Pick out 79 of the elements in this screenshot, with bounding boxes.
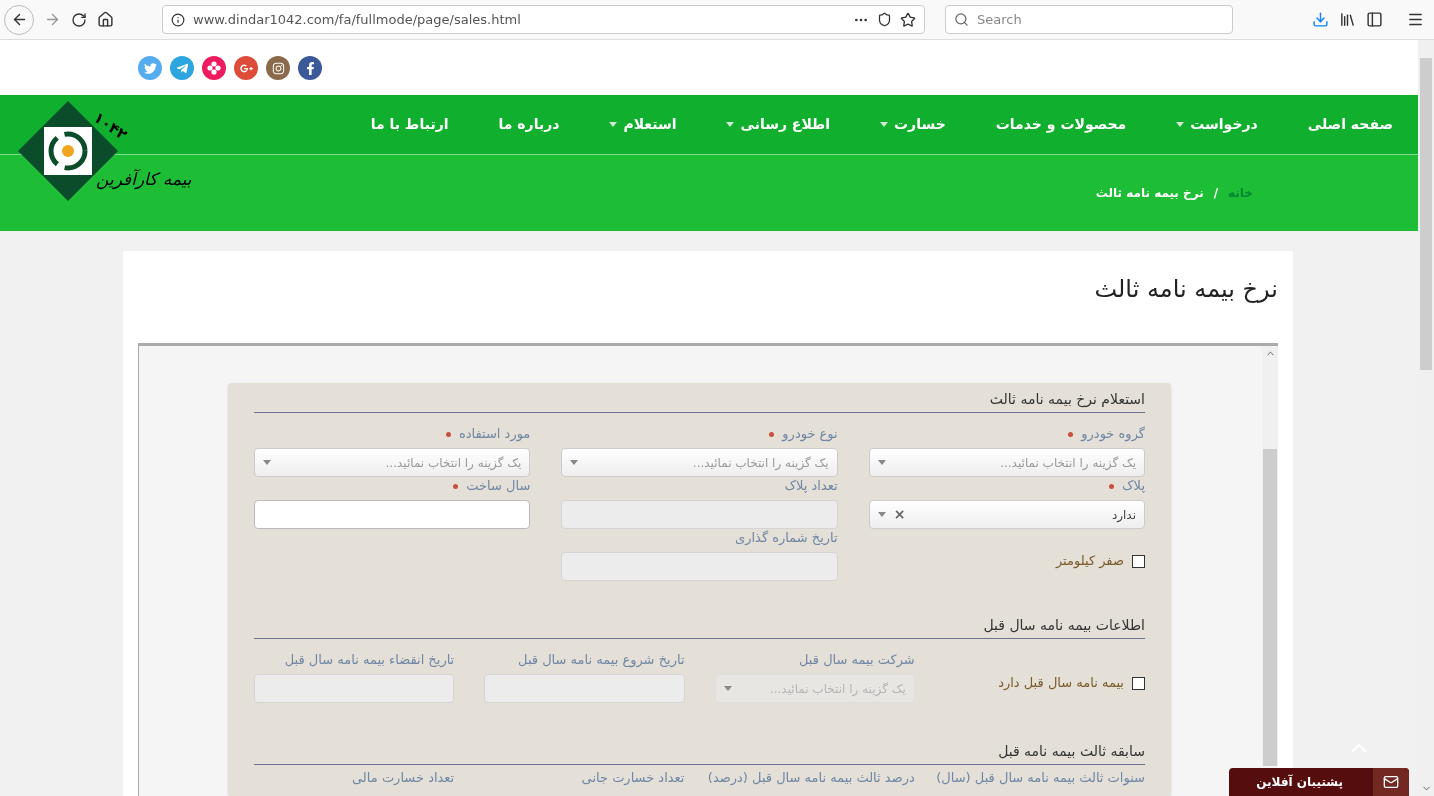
nav-item[interactable]: اطلاع رسانی [726, 114, 831, 135]
search-placeholder: Search [977, 10, 1022, 29]
caret-icon [570, 460, 579, 465]
page-scrollbar[interactable] [1418, 40, 1434, 796]
section-title: استعلام نرخ بیمه نامه ثالث [254, 389, 1145, 413]
select-field[interactable]: یک گزینه را انتخاب نمائید... [868, 448, 1145, 477]
mail-icon [1383, 774, 1399, 790]
nav-item[interactable]: ارتباط با ما [370, 114, 449, 135]
paper-plane-icon[interactable] [170, 56, 194, 80]
checkbox-option[interactable]: بیمه نامه سال قبل دارد [944, 669, 1145, 697]
search-icon [954, 12, 969, 27]
checkbox[interactable] [1132, 554, 1145, 568]
select-placeholder: یک گزینه را انتخاب نمائید... [1000, 454, 1136, 472]
support-label: پشتیبان آفلاین [1256, 773, 1343, 791]
field-label: تعداد خسارت مالی [352, 769, 455, 788]
library-icon[interactable] [1339, 11, 1356, 28]
url-text: www.dindar1042.com/fa/fullmode/page/sales.html [193, 10, 522, 29]
dropdown-caret-icon [880, 122, 889, 127]
nav-item[interactable]: خسارت [880, 114, 946, 135]
frame-scrollbar[interactable] [1262, 346, 1278, 766]
caret-icon [877, 512, 886, 517]
field-label: سال ساخت [466, 477, 531, 496]
select-field[interactable]: یک گزینه را انتخاب نمائید... [254, 448, 531, 477]
checkbox-label: بیمه نامه سال قبل دارد [998, 674, 1124, 693]
support-button[interactable]: پشتیبان آفلاین [1229, 768, 1409, 796]
nav-item[interactable]: استعلام [609, 114, 677, 135]
google-plus-icon[interactable] [234, 56, 258, 80]
reload-button[interactable] [71, 11, 87, 28]
field-label: مورد استفاده [458, 425, 531, 444]
section-title: اطلاعات بیمه نامه سال قبل [254, 615, 1145, 639]
breadcrumb-current: نرخ بیمه نامه ثالث [1095, 185, 1204, 202]
field-label: درصد ثالث بیمه نامه سال قبل (درصد) [707, 769, 915, 788]
select-placeholder: یک گزینه را انتخاب نمائید... [385, 454, 522, 472]
camera-icon[interactable] [266, 56, 290, 80]
download-icon[interactable] [1312, 11, 1329, 28]
dropdown-caret-icon [609, 122, 618, 127]
field-label: تاریخ انقضاء بیمه نامه سال قبل [284, 651, 455, 670]
dropdown-caret-icon [1176, 122, 1185, 127]
clear-button[interactable]: × [893, 504, 906, 525]
checkbox[interactable] [1132, 676, 1145, 690]
breadcrumb-separator: / [1213, 185, 1219, 202]
field-label: تعداد خسارت جانی [581, 769, 685, 788]
sidebar-icon[interactable] [1366, 11, 1383, 28]
field-label: تعداد پلاک [784, 477, 838, 496]
flower-icon[interactable] [202, 56, 226, 80]
select-field[interactable]: یک گزینه را انتخاب نمائید... [561, 448, 838, 477]
select-placeholder: یک گزینه را انتخاب نمائید... [692, 454, 829, 472]
select-field[interactable]: ندارد × [868, 500, 1145, 529]
menu-icon[interactable] [1407, 11, 1424, 28]
caret-icon [263, 460, 271, 465]
dropdown-caret-icon [726, 122, 735, 127]
nav-item[interactable]: صفحه اصلی [1307, 114, 1393, 135]
nav-item[interactable]: محصولات و خدمات [995, 114, 1127, 135]
field-label: نوع خودرو [782, 425, 838, 444]
section-title: سابقه ثالث بیمه نامه قبل [254, 741, 1145, 765]
checkbox-label: صفر کیلومتر [1055, 552, 1124, 571]
nav-item[interactable]: درباره ما [498, 114, 560, 135]
input-field[interactable] [254, 500, 531, 529]
info-icon[interactable] [171, 12, 185, 27]
page-title: نرخ بیمه نامه ثالث [1093, 274, 1278, 305]
field-label: شرکت بیمه سال قبل [799, 651, 915, 670]
field-label: گروه خودرو [1081, 425, 1145, 444]
twitter-bird-icon[interactable] [138, 56, 162, 80]
field-label: پلاک [1122, 477, 1145, 496]
field-label: تاریخ شماره گذاری [735, 529, 838, 548]
field-label: تاریخ شروع بیمه نامه سال قبل [518, 651, 685, 670]
shield-icon[interactable] [877, 12, 892, 27]
select-value: ندارد [1111, 506, 1136, 524]
checkbox-option[interactable]: صفر کیلومتر [868, 547, 1145, 575]
star-icon[interactable] [900, 11, 916, 28]
forward-button[interactable] [44, 11, 61, 28]
address-bar[interactable]: www.dindar1042.com/fa/fullmode/page/sales.html [162, 5, 925, 34]
home-button[interactable] [97, 11, 114, 28]
field-label: سنوات ثالث بیمه نامه سال قبل (سال) [936, 769, 1145, 788]
caret-icon [723, 686, 732, 691]
nav-item[interactable]: درخواست [1176, 114, 1258, 135]
facebook-icon[interactable] [298, 56, 322, 80]
caret-icon [877, 460, 886, 465]
search-field[interactable]: Search [945, 5, 1233, 34]
